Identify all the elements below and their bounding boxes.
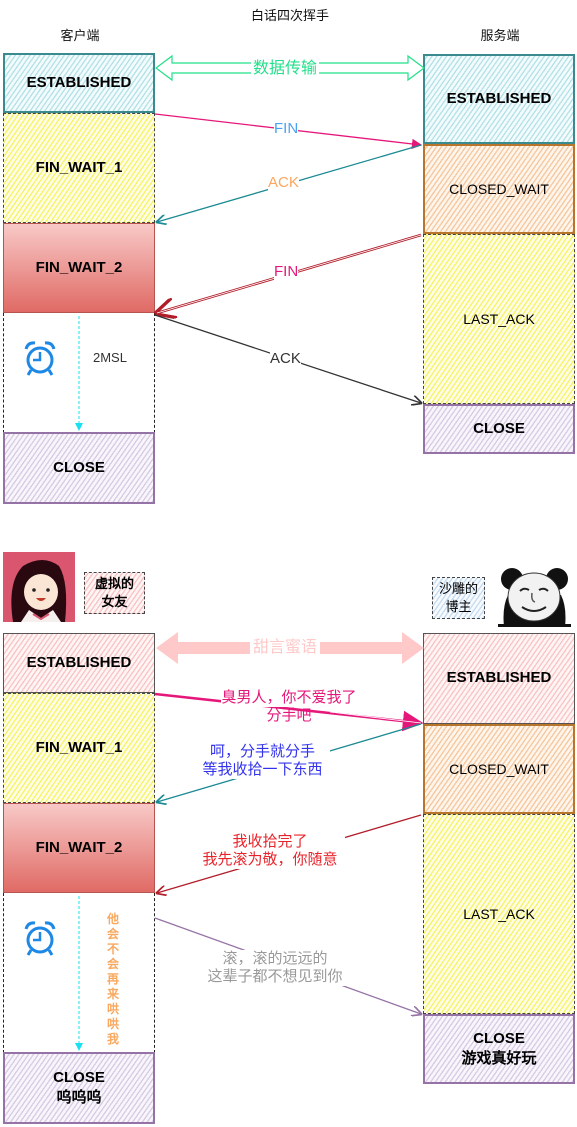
message-line: 我收拾完了 [232, 833, 308, 850]
message-line: 分手吧 [266, 707, 312, 724]
message-line: 这辈子都不想见到你 [207, 968, 343, 985]
message-line: 滚，滚的远远的 [222, 950, 328, 967]
leave-message: 我收拾完了 我先滚为敬，你随意 [195, 833, 345, 869]
go-away-message: 滚，滚的远远的 这辈子都不想见到你 [200, 950, 350, 986]
ack-breakup-message: 呵，分手就分手 等我收拾一下东西 [195, 743, 330, 779]
message-line: 我先滚为敬，你随意 [202, 851, 338, 868]
message-line: 呵，分手就分手 [209, 743, 315, 760]
message-line: 臭男人，你不爱我了 [221, 689, 357, 707]
breakup-message: 臭男人，你不爱我了 分手吧 [205, 689, 373, 725]
sweet-talk-label: 甜言蜜语 [250, 638, 321, 658]
message-line: 等我收拾一下东西 [202, 761, 323, 778]
